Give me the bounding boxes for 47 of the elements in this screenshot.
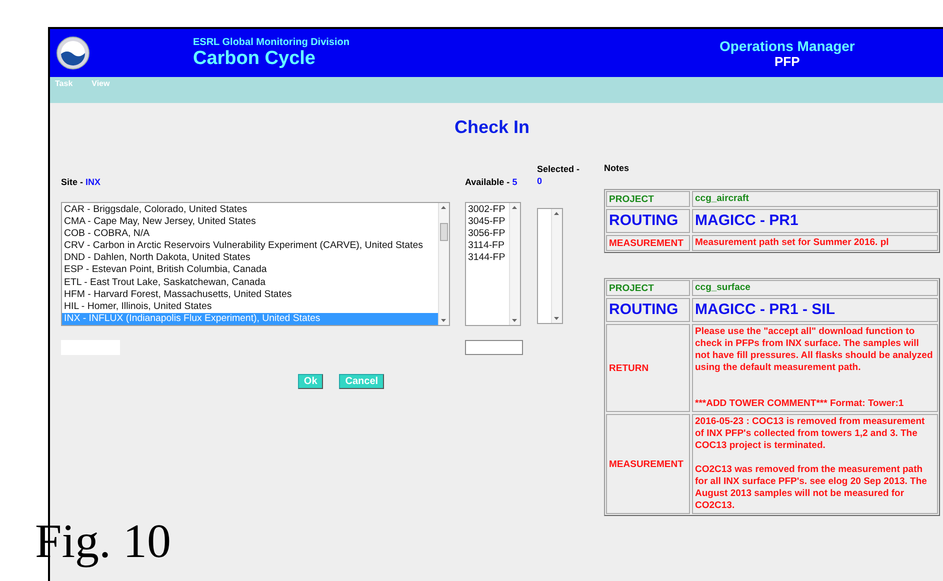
note-text: ccg_surface	[695, 282, 752, 294]
note-label: MEASUREMENT	[606, 235, 690, 251]
note-text: ***ADD TOWER COMMENT*** Format: Tower:1	[695, 398, 905, 410]
note-label: PROJECT	[606, 191, 690, 207]
list-item[interactable]: ESP - Estevan Point, British Columbia, Canada	[62, 264, 438, 277]
note-text: Please use the "accept all" download function to check in PFPs from INX surface. The samples will not have fill pressures. All flasks should be analyzed using the default measurement path.	[695, 326, 934, 374]
list-item[interactable]: DND - Dahlen, North Dakota, United States	[62, 252, 438, 264]
manager-subtitle: PFP	[774, 54, 800, 68]
note-text: MAGICC - PR1 - SIL	[695, 300, 836, 320]
site-heading: Site - INX	[61, 176, 101, 188]
note-label: MEASUREMENT	[606, 414, 690, 514]
scroll-thumb[interactable]	[440, 223, 448, 241]
app-title: Carbon Cycle	[193, 48, 316, 70]
available-heading: Available - 5	[465, 176, 518, 188]
note-text: Measurement path set for Summer 2016. pl	[695, 237, 890, 249]
manager-title: Operations Manager	[719, 38, 855, 54]
list-item[interactable]: 3056-FP	[466, 228, 509, 240]
list-item[interactable]: HFM - Harvard Forest, Massachusetts, United States	[62, 288, 438, 301]
note-text: CO2C13 was removed from the measurement path for all INX surface PFP's. see elog 20 Sep 2013. The August 2013 samples will not be measured for CO2C13.	[695, 464, 928, 512]
note-text: MAGICC - PR1	[695, 211, 800, 231]
list-item[interactable]: 3045-FP	[466, 216, 509, 228]
scrollbar[interactable]	[551, 209, 562, 323]
logo-icon	[56, 36, 90, 70]
list-item[interactable]: CAR - Briggsdale, Colorado, United States	[62, 204, 438, 216]
selected-heading: Selected - 0	[537, 163, 581, 187]
scrollbar[interactable]	[438, 203, 449, 325]
list-box[interactable]: 3002-FP 3045-FP 3056-FP 3114-FP 3144-FP	[465, 202, 521, 326]
list-item[interactable]: 3144-FP	[466, 252, 509, 264]
list-item[interactable]: HIL - Homer, Illinois, United States	[62, 300, 438, 313]
page-title: Check In	[453, 117, 531, 139]
list-item[interactable]: COB - COBRA, N/A	[62, 228, 438, 240]
note-label: ROUTING	[606, 298, 690, 322]
scrollbar[interactable]	[509, 203, 520, 325]
list-item[interactable]: CRV - Carbon in Arctic Reservoirs Vulnerability Experiment (CARVE), United States	[62, 240, 438, 252]
list-item[interactable]: 3114-FP	[466, 240, 509, 252]
list-item[interactable]: ETL - East Trout Lake, Saskatchewan, Canada	[62, 276, 438, 289]
list-item[interactable]: 3002-FP	[466, 204, 509, 216]
notes-heading: Notes	[604, 162, 630, 175]
text-field[interactable]	[465, 340, 523, 355]
note-label: RETURN	[606, 324, 690, 412]
list-box[interactable]	[61, 202, 450, 326]
note-label: ROUTING	[606, 209, 690, 233]
note-text: 2016-05-23 : COC13 is removed from measurement of INX PFP's collected from towers 1,2 and 3. The COC13 project is terminated.	[695, 416, 926, 452]
list-item[interactable]: CMA - Cape May, New Jersey, United States	[62, 216, 438, 228]
note-label: PROJECT	[606, 280, 690, 296]
note-text: ccg_aircraft	[695, 193, 750, 205]
division-name: ESRL Global Monitoring Division	[193, 36, 350, 48]
